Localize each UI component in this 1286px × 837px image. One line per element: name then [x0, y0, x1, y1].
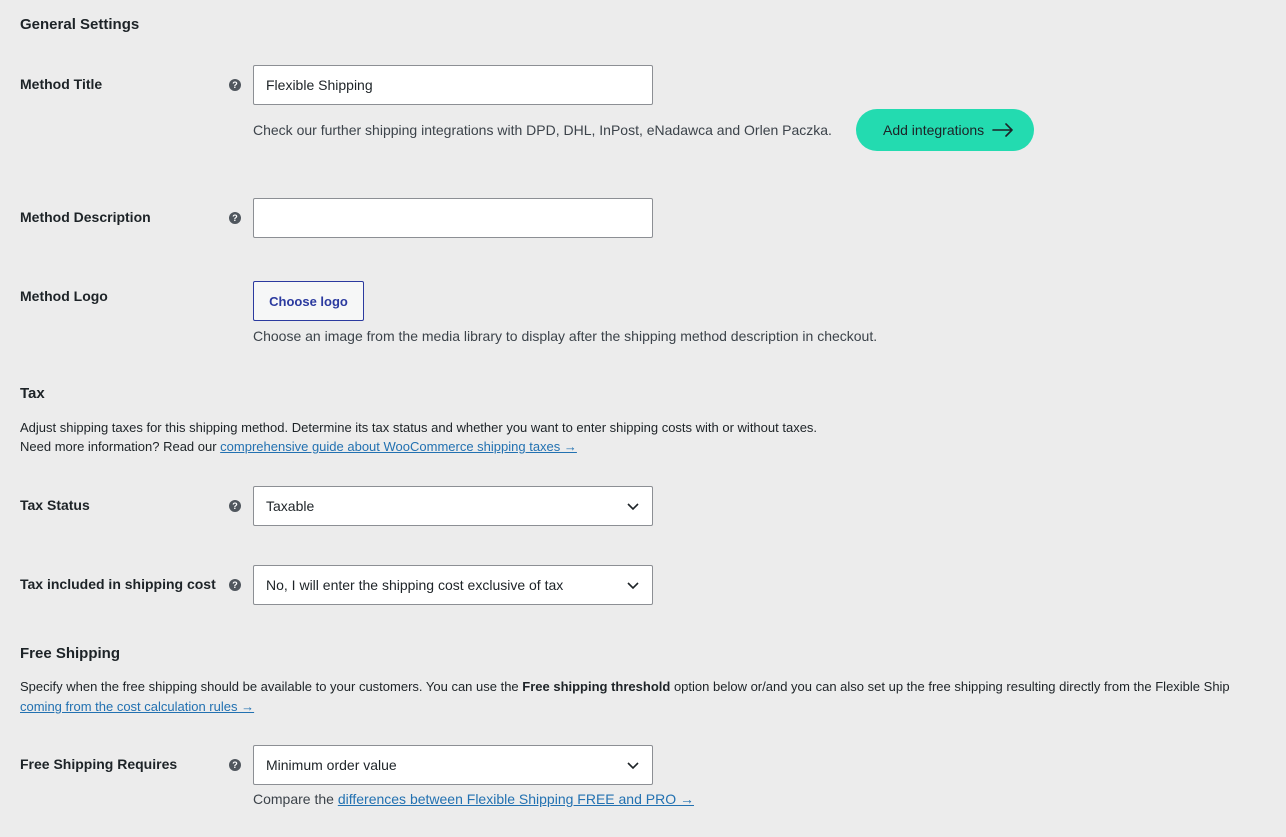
choose-logo-button[interactable]: Choose logo	[253, 281, 364, 321]
tax-intro-prefix: Need more information? Read our	[20, 439, 221, 454]
free-shipping-intro-prefix: Specify when the free shipping should be…	[20, 679, 523, 694]
compare-note: Compare the differences between Flexible…	[253, 791, 694, 807]
compare-note-prefix: Compare the	[253, 791, 338, 807]
chevron-down-icon	[627, 762, 639, 770]
chevron-down-icon	[627, 503, 639, 511]
tax-included-value: No, I will enter the shipping cost exclu…	[266, 577, 564, 593]
tax-status-select[interactable]: Taxable	[253, 486, 653, 526]
arrow-right-icon	[992, 123, 1013, 137]
tax-status-label: Tax Status	[20, 497, 90, 513]
tax-guide-link[interactable]: comprehensive guide about WooCommerce sh…	[220, 439, 577, 454]
help-icon[interactable]: ?	[229, 79, 241, 91]
method-title-input[interactable]	[253, 65, 653, 105]
tax-intro-line1: Adjust shipping taxes for this shipping …	[20, 420, 818, 435]
free-shipping-heading: Free Shipping	[20, 645, 121, 662]
add-integrations-label: Add integrations	[883, 122, 985, 138]
method-description-label: Method Description	[20, 209, 151, 225]
method-logo-label: Method Logo	[20, 288, 108, 304]
add-integrations-button[interactable]: Add integrations	[856, 109, 1035, 151]
help-icon[interactable]: ?	[229, 500, 241, 512]
general-settings-heading: General Settings	[20, 16, 140, 33]
free-shipping-intro: Specify when the free shipping should be…	[20, 679, 1286, 694]
method-description-input[interactable]	[253, 198, 653, 238]
tax-intro-line2: Need more information? Read our comprehe…	[20, 439, 577, 454]
method-title-label: Method Title	[20, 76, 103, 92]
free-shipping-intro-suffix: option below or/and you can also set up …	[670, 679, 1230, 694]
logo-note: Choose an image from the media library t…	[253, 328, 878, 344]
chevron-down-icon	[627, 582, 639, 590]
tax-included-label: Tax included in shipping cost	[20, 576, 216, 592]
tax-heading: Tax	[20, 385, 45, 402]
cost-calculation-rules-link[interactable]: coming from the cost calculation rules →	[20, 699, 254, 714]
help-icon[interactable]: ?	[229, 759, 241, 771]
free-shipping-requires-select[interactable]: Minimum order value	[253, 745, 653, 785]
tax-included-select[interactable]: No, I will enter the shipping cost exclu…	[253, 565, 653, 605]
free-shipping-intro-line2: coming from the cost calculation rules →	[20, 699, 254, 714]
help-icon[interactable]: ?	[229, 579, 241, 591]
free-shipping-requires-value: Minimum order value	[266, 757, 397, 773]
free-shipping-requires-label: Free Shipping Requires	[20, 756, 178, 772]
help-icon[interactable]: ?	[229, 212, 241, 224]
integrations-note: Check our further shipping integrations …	[253, 122, 832, 138]
tax-status-value: Taxable	[266, 498, 315, 514]
free-shipping-intro-bold: Free shipping threshold	[522, 679, 671, 694]
compare-versions-link[interactable]: differences between Flexible Shipping FR…	[338, 791, 694, 807]
